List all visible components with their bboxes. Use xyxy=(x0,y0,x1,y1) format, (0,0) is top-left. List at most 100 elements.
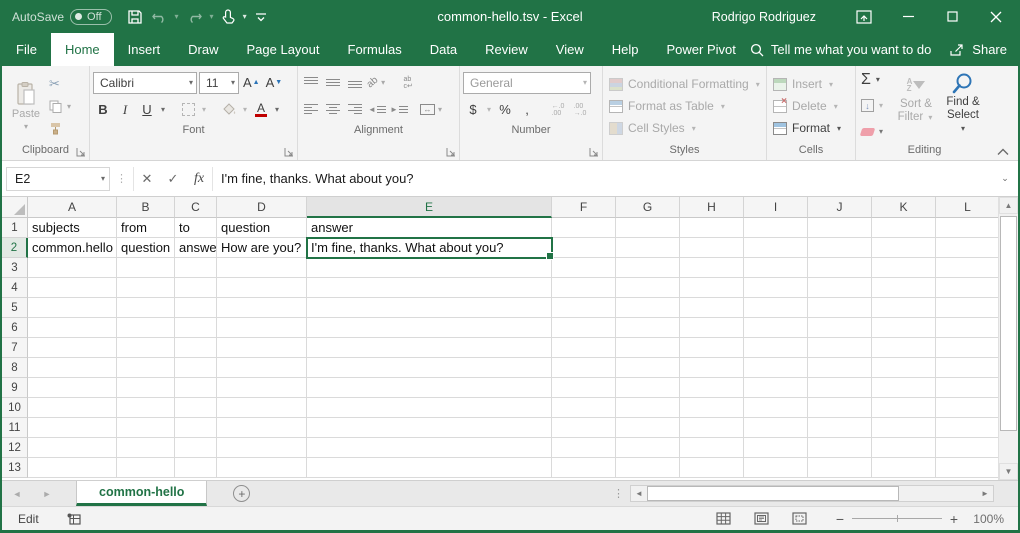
name-box[interactable]: E2 ▾ xyxy=(6,167,110,191)
zoom-slider-track[interactable] xyxy=(852,518,942,519)
cell-C13[interactable] xyxy=(175,458,217,478)
cell-B9[interactable] xyxy=(117,378,175,398)
cell-E12[interactable] xyxy=(307,438,552,458)
cell-F1[interactable] xyxy=(552,218,616,238)
close-button[interactable] xyxy=(974,0,1018,33)
expand-formula-bar-icon[interactable]: ⌄ xyxy=(996,173,1014,184)
font-dialog-launcher-icon[interactable] xyxy=(284,147,294,157)
cell-H3[interactable] xyxy=(680,258,744,278)
zoom-slider-handle[interactable] xyxy=(897,515,898,522)
tab-draw[interactable]: Draw xyxy=(174,33,232,66)
cell-G7[interactable] xyxy=(616,338,680,358)
insert-cells-button[interactable]: Insert ▾ xyxy=(770,73,852,95)
sort-filter-button[interactable]: AZ Sort & Filter ▾ xyxy=(893,69,939,143)
cell-D12[interactable] xyxy=(217,438,307,458)
cell-L10[interactable] xyxy=(936,398,998,418)
row-header-13[interactable]: 13 xyxy=(2,458,28,478)
tab-page-layout[interactable]: Page Layout xyxy=(233,33,334,66)
cell-A4[interactable] xyxy=(28,278,117,298)
autosave-toggle[interactable]: AutoSave Off xyxy=(12,9,112,25)
cell-F7[interactable] xyxy=(552,338,616,358)
cell-I9[interactable] xyxy=(744,378,808,398)
zoom-level[interactable]: 100% xyxy=(972,512,1018,526)
cell-K10[interactable] xyxy=(872,398,936,418)
cell-J5[interactable] xyxy=(808,298,872,318)
cell-A5[interactable] xyxy=(28,298,117,318)
cell-I2[interactable] xyxy=(744,238,808,258)
underline-dropdown-icon[interactable]: ▾ xyxy=(159,105,167,114)
cell-F8[interactable] xyxy=(552,358,616,378)
cell-B12[interactable] xyxy=(117,438,175,458)
cell-K6[interactable] xyxy=(872,318,936,338)
cell-J9[interactable] xyxy=(808,378,872,398)
cell-F2[interactable] xyxy=(552,238,616,258)
cell-G1[interactable] xyxy=(616,218,680,238)
decrease-decimal-button[interactable]: .00→.0 xyxy=(570,99,590,121)
name-box-dropdown-icon[interactable]: ▾ xyxy=(101,174,105,183)
vertical-scrollbar[interactable]: ▲ ▼ xyxy=(998,197,1018,480)
cell-D1[interactable]: question xyxy=(217,218,307,238)
macro-record-button[interactable] xyxy=(67,513,81,525)
cell-G6[interactable] xyxy=(616,318,680,338)
cell-C5[interactable] xyxy=(175,298,217,318)
cell-C1[interactable]: to xyxy=(175,218,217,238)
cell-I11[interactable] xyxy=(744,418,808,438)
cell-G13[interactable] xyxy=(616,458,680,478)
cell-L5[interactable] xyxy=(936,298,998,318)
cell-B2[interactable]: question xyxy=(117,238,175,258)
tab-splitter-icon[interactable]: ⋮ xyxy=(607,487,630,500)
new-sheet-button[interactable]: + xyxy=(233,485,250,502)
font-size-select[interactable]: 11 ▾ xyxy=(199,72,239,94)
redo-button[interactable] xyxy=(183,4,206,30)
cell-D10[interactable] xyxy=(217,398,307,418)
minimize-button[interactable] xyxy=(886,0,930,33)
column-header-L[interactable]: L xyxy=(936,197,998,218)
row-header-3[interactable]: 3 xyxy=(2,258,28,278)
column-header-I[interactable]: I xyxy=(744,197,808,218)
cell-H9[interactable] xyxy=(680,378,744,398)
cell-F3[interactable] xyxy=(552,258,616,278)
tab-power-pivot[interactable]: Power Pivot xyxy=(653,33,750,66)
number-dialog-launcher-icon[interactable] xyxy=(589,147,599,157)
number-format-select[interactable]: General ▾ xyxy=(463,72,591,94)
cell-J6[interactable] xyxy=(808,318,872,338)
cell-D7[interactable] xyxy=(217,338,307,358)
tab-review[interactable]: Review xyxy=(471,33,542,66)
format-painter-button[interactable] xyxy=(49,119,73,137)
cell-D9[interactable] xyxy=(217,378,307,398)
cell-E7[interactable] xyxy=(307,338,552,358)
cell-F13[interactable] xyxy=(552,458,616,478)
clear-button[interactable]: ▾ xyxy=(861,122,893,141)
cell-A2[interactable]: common.hello xyxy=(28,238,117,258)
share-button[interactable]: Share xyxy=(949,42,1007,57)
cell-A3[interactable] xyxy=(28,258,117,278)
row-header-9[interactable]: 9 xyxy=(2,378,28,398)
cell-K1[interactable] xyxy=(872,218,936,238)
align-left-button[interactable] xyxy=(301,99,321,121)
column-header-B[interactable]: B xyxy=(117,197,175,218)
cell-L13[interactable] xyxy=(936,458,998,478)
vertical-scrollbar-thumb[interactable] xyxy=(1000,216,1017,431)
formula-input[interactable]: I'm fine, thanks. What about you? xyxy=(212,167,996,191)
maximize-button[interactable] xyxy=(930,0,974,33)
column-header-F[interactable]: F xyxy=(552,197,616,218)
normal-view-button[interactable] xyxy=(704,512,742,525)
cell-C12[interactable] xyxy=(175,438,217,458)
borders-button[interactable] xyxy=(178,99,198,121)
cell-I1[interactable] xyxy=(744,218,808,238)
cell-E1[interactable]: answer xyxy=(307,218,552,238)
row-header-2[interactable]: 2 xyxy=(2,238,28,258)
cell-I8[interactable] xyxy=(744,358,808,378)
next-sheet-button[interactable]: ► xyxy=(32,481,62,506)
clipboard-dialog-launcher-icon[interactable] xyxy=(76,147,86,157)
cell-L9[interactable] xyxy=(936,378,998,398)
cell-F12[interactable] xyxy=(552,438,616,458)
cell-B1[interactable]: from xyxy=(117,218,175,238)
column-header-E[interactable]: E xyxy=(307,197,552,218)
row-header-11[interactable]: 11 xyxy=(2,418,28,438)
page-layout-view-button[interactable] xyxy=(742,512,780,525)
cell-J13[interactable] xyxy=(808,458,872,478)
underline-button[interactable]: U xyxy=(137,99,157,121)
cell-C4[interactable] xyxy=(175,278,217,298)
cell-E2[interactable]: I'm fine, thanks. What about you? xyxy=(307,238,552,258)
